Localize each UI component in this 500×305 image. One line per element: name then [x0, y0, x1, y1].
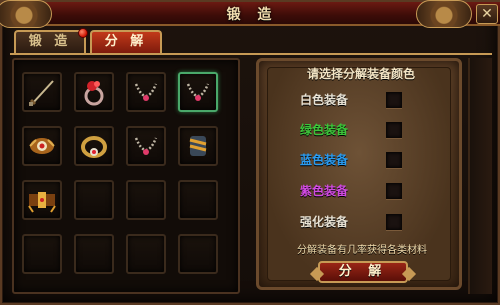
inventory-slot-empty[interactable] — [74, 234, 114, 274]
forge-window: 锻 造 ✕ 锻 造 分 解 请选择分解装备颜色 白色装备 绿色装备 蓝色装备 紫… — [0, 0, 500, 305]
dismantle-button[interactable]: 分 解 — [309, 261, 417, 283]
tab-forge-label: 锻 造 — [28, 34, 72, 49]
close-button[interactable]: ✕ — [476, 4, 498, 24]
checkbox-green[interactable] — [386, 122, 402, 138]
amulet-icon — [29, 138, 55, 154]
inventory-slot-item[interactable] — [22, 72, 62, 112]
option-label-white: 白色装备 — [299, 93, 348, 107]
ring-icon — [84, 81, 104, 106]
checkbox-blue[interactable] — [386, 152, 402, 168]
necklace-icon — [186, 83, 210, 101]
checkbox-purple[interactable] — [386, 183, 402, 199]
tab-dismantle[interactable]: 分 解 — [90, 30, 162, 54]
tab-forge[interactable]: 锻 造 — [14, 28, 88, 54]
inventory-slot-item[interactable] — [178, 72, 218, 112]
inventory-slot-empty[interactable] — [22, 234, 62, 274]
checkbox-white[interactable] — [386, 92, 402, 108]
necklace-icon — [134, 137, 158, 155]
dismantle-button-label: 分 解 — [338, 264, 388, 279]
dismantle-hint: 分解装备有几率获得各类材料 — [297, 245, 427, 256]
inventory-slot-item[interactable] — [22, 180, 62, 220]
belt-icon — [28, 192, 56, 213]
checkbox-enhanced[interactable] — [386, 214, 402, 230]
inventory-slot-item[interactable] — [74, 126, 114, 166]
option-label-blue: 蓝色装备 — [299, 153, 348, 167]
inventory-slot-item[interactable] — [74, 72, 114, 112]
bracelet-icon — [81, 136, 107, 158]
inventory-slot-item[interactable] — [126, 72, 166, 112]
option-label-purple: 紫色装备 — [299, 184, 348, 198]
title-bar[interactable]: 锻 造 ✕ — [0, 0, 500, 28]
gauntlet-icon — [189, 136, 207, 156]
frame-right-edge — [468, 58, 492, 294]
notification-badge — [78, 28, 88, 38]
option-label-enhanced: 强化装备 — [299, 215, 348, 229]
tab-divider — [10, 53, 492, 55]
necklace-icon — [134, 83, 158, 101]
title-ornament-right — [416, 0, 472, 28]
inventory-slot-empty[interactable] — [178, 180, 218, 220]
inventory-slot-item[interactable] — [178, 126, 218, 166]
inventory-slot-empty[interactable] — [126, 180, 166, 220]
option-label-green: 绿色装备 — [299, 123, 348, 137]
inventory-slot-item[interactable] — [22, 126, 62, 166]
sword-icon — [29, 80, 54, 106]
inventory-slot-empty[interactable] — [126, 234, 166, 274]
tab-dismantle-label: 分 解 — [104, 34, 148, 49]
inventory-slot-item[interactable] — [126, 126, 166, 166]
inventory-slot-empty[interactable] — [74, 180, 114, 220]
inventory-slot-empty[interactable] — [178, 234, 218, 274]
options-heading: 请选择分解装备颜色 — [306, 67, 415, 81]
